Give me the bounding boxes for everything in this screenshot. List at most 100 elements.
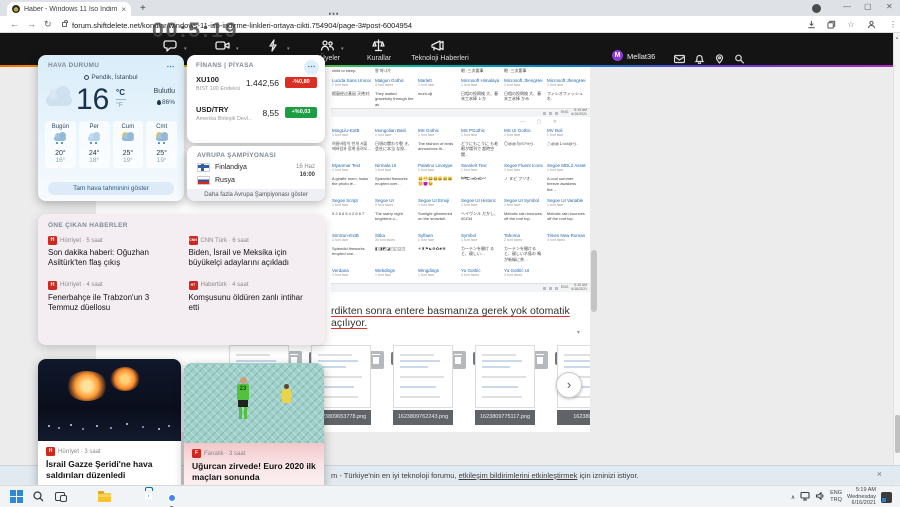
font-tile[interactable]: Mongolian Baiti 1 font face [374,127,417,140]
notification-link[interactable]: etkileşim bildirimlerini etkinleştirmek [459,471,578,480]
browser-scrollbar[interactable]: ▲ [893,33,900,485]
font-tile[interactable]: Verdana 1 font face [331,267,374,280]
nav-label-tech-news[interactable]: Teknoloji Haberleri [411,55,469,62]
weather-widget[interactable]: HAVA DURUMU ⋯ Pendik, İstanbul 16 °C °F … [38,55,184,201]
attachment-thumbnail[interactable] [475,345,535,408]
font-tile[interactable]: Segoe Script 1 font face [331,197,374,210]
font-tile[interactable]: Segoe UI 9 font faces [374,197,417,210]
finance-menu-icon[interactable]: ⋯ [304,60,319,75]
taskbar-search-icon[interactable] [32,490,46,504]
font-tile[interactable]: Symbol 1 font face [460,232,503,245]
reload-button[interactable]: ↻ [44,19,52,30]
news-headline[interactable]: Fenerbahçe ile Trabzon'un 3 Temmuz düell… [48,293,175,314]
font-tile[interactable]: MingLiU-ExtB 1 font face [331,127,374,140]
font-tile[interactable]: MS PGothic 1 font face [460,127,503,140]
font-tile[interactable]: Microsoft Himalaya 1 font face [460,77,503,90]
task-view-icon[interactable] [54,490,68,504]
editor-scroll-arrow[interactable]: ▾ [577,329,580,336]
font-tile[interactable]: Palatino Linotype 1 font face [417,162,460,175]
news-image-card[interactable]: 23 F Fanatik · 3 saat Uğurcan zirvede! Eu… [184,363,324,497]
news-item[interactable]: H Hürriyet · 4 saat Fenerbahçe ile Trabzon… [48,280,175,314]
members-icon[interactable] [320,39,336,53]
font-tile[interactable]: SimSun-ExtB 1 font face [331,232,374,245]
font-tile[interactable]: Segoe Fluent Icons 1 font face [503,162,546,175]
tray-chevron-icon[interactable]: ∧ [791,494,795,501]
font-tile[interactable]: Segoe UI Emoji 1 font face [417,197,460,210]
tab-close-icon[interactable]: × [121,5,126,14]
file-explorer-icon[interactable] [98,490,112,504]
forecast-day[interactable]: Bugün 20° 16° [45,121,76,168]
store-icon[interactable] [142,490,156,504]
font-tile[interactable]: Sylfaen 1 font face [417,232,460,245]
rules-scales-icon[interactable] [371,39,387,53]
font-tile[interactable]: Segoe UI Historic 1 font face [460,197,503,210]
font-tile[interactable]: Microsoft JhengHei UI1 font face [546,77,589,90]
browser-scrollbar-thumb[interactable] [895,415,900,453]
font-tile[interactable]: Segoe MDL2 Assets 1 font face [546,162,589,175]
search-icon[interactable] [734,51,746,64]
tech-news-icon[interactable] [430,39,446,53]
font-tile[interactable]: Webdings 1 font face [374,267,417,280]
browser-menu-icon[interactable]: ⋮ [888,20,898,30]
news-headline[interactable]: Komşusunu öldüren zanlı intihar etti [189,293,316,314]
widgets-icon[interactable] [76,490,90,504]
font-tile[interactable]: Tahoma 2 font faces [503,232,546,245]
start-button[interactable] [10,490,24,504]
username[interactable]: Mellat36 [627,52,655,61]
forecast-day[interactable]: Cmt 25° 19° [146,121,177,168]
window-close-button[interactable]: ✕ [886,2,893,11]
new-tab-button[interactable]: + [140,3,146,14]
page-scrollbar-thumb[interactable] [591,250,597,312]
finance-row[interactable]: XU100 BIST 100 Endeksi 1.442,56 -%0,80 [196,75,317,99]
news-headline[interactable]: Son dakika haberi: Oğuzhan Asiltürk'ten … [48,248,175,269]
font-tile[interactable]: Microsoft JhengHei 1 font face [503,77,546,90]
font-tile[interactable]: Segoe UI Variable 1 font face [546,197,589,210]
download-icon[interactable] [806,20,816,30]
chat-caret-icon[interactable]: ▾ [184,46,187,52]
unit-celsius[interactable]: °C [116,88,130,97]
reply-editor-text[interactable]: rdikten sonra entere basmanıza gerek yok… [331,305,584,329]
weather-menu-icon[interactable]: ⋯ [163,60,178,75]
font-tile[interactable]: MS UI Gothic 1 font face [503,127,546,140]
scrollbar-up-arrow[interactable]: ▲ [894,35,900,40]
attachment[interactable]: 1623809775117.png [475,345,535,425]
unit-toggle[interactable]: °C °F [116,88,130,109]
messages-envelope-icon[interactable] [673,51,686,64]
font-tile[interactable]: Nirmala UI 1 font face [374,162,417,175]
sports-footer-link[interactable]: Daha fazla Avrupa Şampiyonası göster [187,189,325,201]
members-caret-icon[interactable]: ▾ [341,46,344,52]
finance-row[interactable]: USD/TRY Amerika Birleşik Devl... 8,55 +%0,0… [196,105,317,129]
bookmark-star-icon[interactable]: ☆ [846,20,856,30]
font-tile[interactable]: Sitka 36 font faces [374,232,417,245]
tab-group-icon[interactable] [826,20,836,30]
font-tile[interactable]: Segoe UI Symbol 1 font face [503,197,546,210]
lightning-caret-icon[interactable]: ▾ [287,46,290,52]
network-icon[interactable] [800,488,810,506]
font-tile[interactable]: Myanmar Text 1 font face [331,162,374,175]
news-item[interactable]: HT Habertürk · 4 saat Komşusunu öldüren za… [188,280,316,314]
browser-tab[interactable]: Haber - Windows 11 Iso Indirme × [7,2,131,16]
news-headline[interactable]: Biden, İsrail ve Meksika için büyükelçi … [189,248,316,269]
attachment-thumbnail[interactable] [393,345,453,408]
language-indicator[interactable]: ENG TRQ [830,490,842,503]
font-tile[interactable]: Malgun Gothic 3 font faces [374,77,417,90]
browser-profile-icon[interactable] [812,4,821,13]
news-item[interactable]: CNN CNN Türk · 6 saat Biden, İsrail ve Mek… [188,236,316,269]
notification-close-icon[interactable]: × [877,469,882,479]
font-tile[interactable] [546,267,589,280]
user-avatar[interactable]: M [612,50,623,61]
volume-icon[interactable] [815,488,825,506]
font-tile[interactable]: MS Gothic 1 font face [417,127,460,140]
finance-widget[interactable]: FİNANS | PİYASA ⋯ XU100 BIST 100 Endeksi 1… [187,55,325,143]
font-tile[interactable]: Yu Gothic UI 3 font faces [503,267,546,280]
font-tile[interactable]: MV Boli 1 font face [546,127,589,140]
alerts-bell-icon[interactable] [694,51,706,65]
forward-button[interactable]: → [27,19,36,29]
font-tile[interactable]: Sanskrit Text 1 font face [460,162,503,175]
clock[interactable]: 5:19 AM Wednesday 6/16/2021 [847,487,876,507]
news-item[interactable]: H Hürriyet · 5 saat Son dakika haberi: Oğu… [48,236,175,269]
ssl-lock-icon[interactable] [62,20,68,27]
font-tile[interactable]: Wingdings 1 font face [417,267,460,280]
location-pin-icon[interactable] [714,51,726,64]
attachments-next-button[interactable]: › [556,372,582,398]
